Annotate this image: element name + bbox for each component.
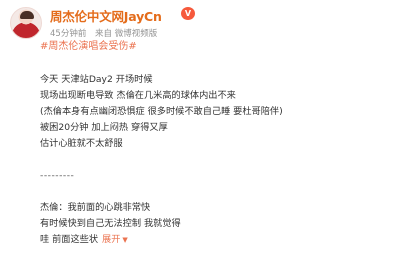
- body-line: 今天 天津站Day2 开场时候: [40, 74, 153, 85]
- body-line: (杰倫本身有点幽闭恐惧症 很多时候不敢自己睡 要杜哥陪伴): [40, 106, 283, 117]
- chevron-down-icon[interactable]: ▼: [122, 232, 127, 248]
- weibo-post-card: 周杰伦中文网JayCn V 45分钟前 来自 微博视频版 #周杰伦演唱会受伤# …: [0, 0, 400, 255]
- topic-hashtag[interactable]: #周杰伦演唱会受伤#: [40, 37, 137, 52]
- verified-badge-icon: V: [181, 7, 195, 20]
- author-name[interactable]: 周杰伦中文网JayCn: [50, 6, 162, 25]
- text-divider: ---------: [40, 170, 75, 181]
- quote-line-last: 哇 前面这些状 展开 ▼: [40, 232, 390, 248]
- body-line: 现场出现断电导致 杰倫在几米高的球体内出不来: [40, 90, 236, 101]
- post-body: 今天 天津站Day2 开场时候 现场出现断电导致 杰倫在几米高的球体内出不来 (…: [40, 72, 390, 248]
- body-line: 估计心脏就不太舒服: [40, 138, 123, 149]
- quote-line: 哇 前面这些状: [40, 234, 99, 245]
- author-avatar[interactable]: [10, 7, 42, 39]
- quote-line: 有时候快到自己无法控制 我就觉得: [40, 218, 181, 229]
- avatar-hair: [20, 11, 34, 19]
- body-line: 被困20分钟 加上闷热 穿得又厚: [40, 122, 168, 133]
- quote-line: 杰倫：我前面的心跳非常快: [40, 202, 151, 213]
- expand-link[interactable]: 展开: [102, 232, 120, 248]
